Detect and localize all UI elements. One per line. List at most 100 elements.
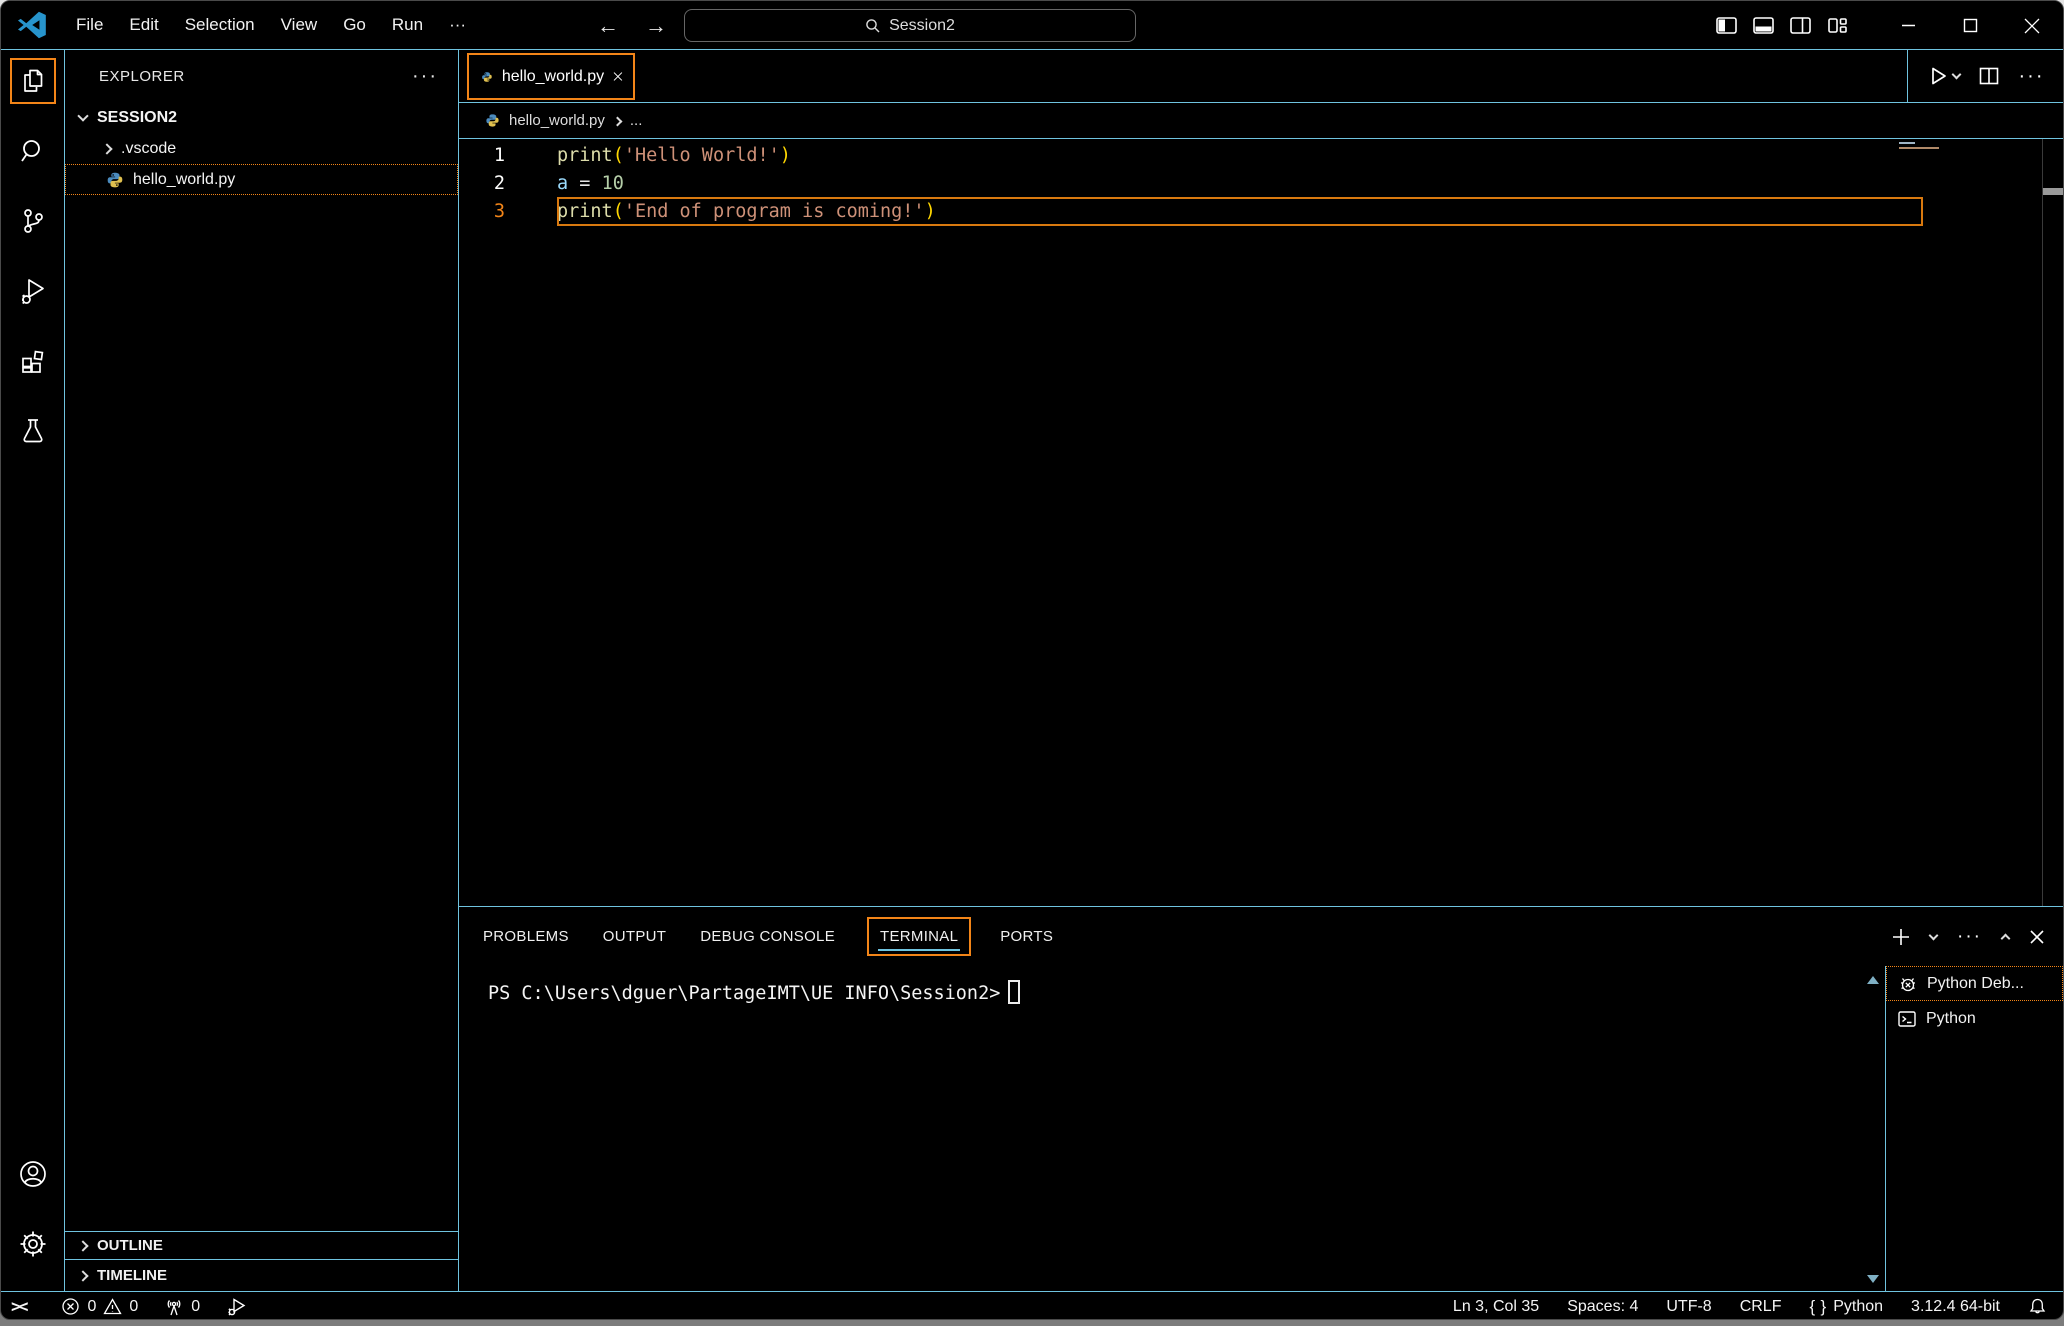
scroll-up-arrow-icon[interactable] [1867, 976, 1879, 984]
account-icon[interactable] [10, 1151, 56, 1197]
maximize-panel-icon[interactable] [2001, 934, 2011, 944]
menu-edit[interactable]: Edit [116, 9, 171, 41]
search-value: Session2 [889, 17, 955, 35]
cursor-position-status[interactable]: Ln 3, Col 35 [1453, 1298, 1539, 1316]
toggle-panel-icon[interactable] [1752, 14, 1775, 37]
menu-file[interactable]: File [63, 9, 116, 41]
chevron-right-icon [612, 117, 622, 127]
warning-count: 0 [129, 1298, 138, 1316]
breadcrumb-file[interactable]: hello_world.py [509, 112, 605, 129]
tree-item-hello-world[interactable]: hello_world.py [65, 164, 458, 195]
editor-scrollbar[interactable] [2042, 139, 2063, 906]
terminal-item-label: Python [1926, 1010, 1976, 1028]
code-editor[interactable]: 1 print('Hello World!') 2 a = 10 3 print… [459, 139, 2063, 906]
debug-status[interactable] [226, 1296, 247, 1317]
notifications-bell-icon[interactable] [2028, 1297, 2047, 1316]
tab-hello-world[interactable]: hello_world.py [467, 53, 635, 100]
menu-go[interactable]: Go [330, 9, 379, 41]
token: 'Hello World!' [624, 145, 780, 166]
command-center-search[interactable]: Session2 [684, 9, 1136, 42]
line-number-active: 3 [459, 198, 529, 226]
source-control-icon[interactable] [10, 198, 56, 244]
toggle-primary-sidebar-icon[interactable] [1715, 14, 1738, 37]
explorer-icon[interactable] [10, 58, 56, 104]
terminal-list: Python Deb... Python [1885, 966, 2063, 1291]
status-bar: >< 0 0 0 [1, 1291, 2063, 1320]
vscode-window: File Edit Selection View Go Run ··· ← → … [0, 0, 2064, 1320]
explorer-sidebar: EXPLORER ··· SESSION2 .vscode hello_worl… [65, 50, 459, 1291]
menu-bar: File Edit Selection View Go Run ··· [63, 9, 479, 41]
language-mode-status[interactable]: { } Python [1809, 1297, 1883, 1317]
new-terminal-icon[interactable] [1892, 928, 1910, 946]
back-arrow-icon[interactable]: ← [597, 13, 619, 39]
run-and-debug-icon[interactable] [10, 268, 56, 314]
ports-status[interactable]: 0 [164, 1297, 200, 1317]
python-interpreter-status[interactable]: 3.12.4 64-bit [1911, 1298, 2000, 1316]
timeline-section[interactable]: TIMELINE [65, 1259, 458, 1291]
tab-terminal[interactable]: TERMINAL [867, 917, 971, 956]
ports-count: 0 [191, 1298, 200, 1316]
error-count: 0 [87, 1298, 96, 1316]
token: print [557, 145, 613, 166]
tab-ports[interactable]: PORTS [998, 919, 1055, 954]
terminal-prompt: PS C:\Users\dguer\PartageIMT\UE INFO\Ses… [488, 983, 1000, 1004]
tree-item-vscode[interactable]: .vscode [65, 133, 458, 164]
forward-arrow-icon[interactable]: → [645, 13, 667, 39]
terminal-list-item-python[interactable]: Python [1886, 1001, 2063, 1036]
split-editor-icon[interactable] [1978, 65, 2000, 87]
token: print [557, 201, 613, 222]
minimap[interactable] [1899, 139, 1949, 152]
close-window-button[interactable] [2001, 1, 2063, 50]
eol-status[interactable]: CRLF [1740, 1298, 1782, 1316]
remote-indicator-icon[interactable]: >< [11, 1297, 25, 1317]
root-folder-label: SESSION2 [97, 109, 177, 127]
token: ) [780, 145, 791, 166]
outline-section[interactable]: OUTLINE [65, 1231, 458, 1259]
line-number: 1 [459, 142, 529, 170]
testing-icon[interactable] [10, 408, 56, 454]
editor-actions: ··· [1907, 50, 2063, 102]
terminal-output[interactable]: PS C:\Users\dguer\PartageIMT\UE INFO\Ses… [459, 966, 1885, 1291]
editor-more-actions-icon[interactable]: ··· [2019, 65, 2045, 88]
code-line-3: 3 print('End of program is coming!') [459, 198, 2063, 226]
menu-view[interactable]: View [268, 9, 331, 41]
python-file-icon [481, 68, 493, 86]
history-nav: ← → [597, 1, 667, 50]
run-icon [1927, 65, 1949, 87]
editor-tab-bar: hello_world.py [459, 50, 2063, 103]
panel-more-actions-icon[interactable]: ··· [1957, 926, 1982, 948]
tab-problems[interactable]: PROBLEMS [481, 919, 571, 954]
terminal-list-item-python-debug[interactable]: Python Deb... [1886, 966, 2063, 1001]
tab-debug-console[interactable]: DEBUG CONSOLE [698, 919, 837, 954]
search-icon [865, 18, 881, 34]
scroll-down-arrow-icon[interactable] [1867, 1275, 1879, 1283]
problems-status[interactable]: 0 0 [61, 1297, 138, 1316]
tree-root-session2[interactable]: SESSION2 [65, 102, 458, 133]
extensions-icon[interactable] [10, 338, 56, 384]
indentation-status[interactable]: Spaces: 4 [1567, 1298, 1638, 1316]
close-tab-icon[interactable] [613, 69, 623, 84]
maximize-button[interactable] [1939, 1, 2001, 50]
toggle-secondary-sidebar-icon[interactable] [1789, 14, 1812, 37]
minimize-button[interactable] [1877, 1, 1939, 50]
encoding-status[interactable]: UTF-8 [1666, 1298, 1711, 1316]
breadcrumb-tail[interactable]: ... [630, 112, 643, 129]
token: = [568, 173, 601, 194]
language-label: Python [1833, 1298, 1883, 1316]
close-panel-icon[interactable] [2029, 929, 2045, 945]
menu-selection[interactable]: Selection [172, 9, 268, 41]
python-file-icon [106, 171, 124, 189]
settings-gear-icon[interactable] [10, 1221, 56, 1267]
search-view-icon[interactable] [10, 128, 56, 174]
customize-layout-icon[interactable] [1826, 14, 1849, 37]
scrollbar-thumb[interactable] [2043, 188, 2063, 195]
bottom-panel: PROBLEMS OUTPUT DEBUG CONSOLE TERMINAL P… [459, 906, 2063, 1291]
menu-overflow-icon[interactable]: ··· [436, 9, 479, 41]
tab-output[interactable]: OUTPUT [601, 919, 668, 954]
explorer-more-actions-icon[interactable]: ··· [412, 65, 438, 88]
menu-run[interactable]: Run [379, 9, 436, 41]
run-python-file-button[interactable] [1927, 65, 1960, 87]
titlebar-right [1715, 1, 2063, 50]
radio-tower-icon [164, 1297, 184, 1317]
launch-profile-chevron-icon[interactable] [1929, 931, 1939, 941]
